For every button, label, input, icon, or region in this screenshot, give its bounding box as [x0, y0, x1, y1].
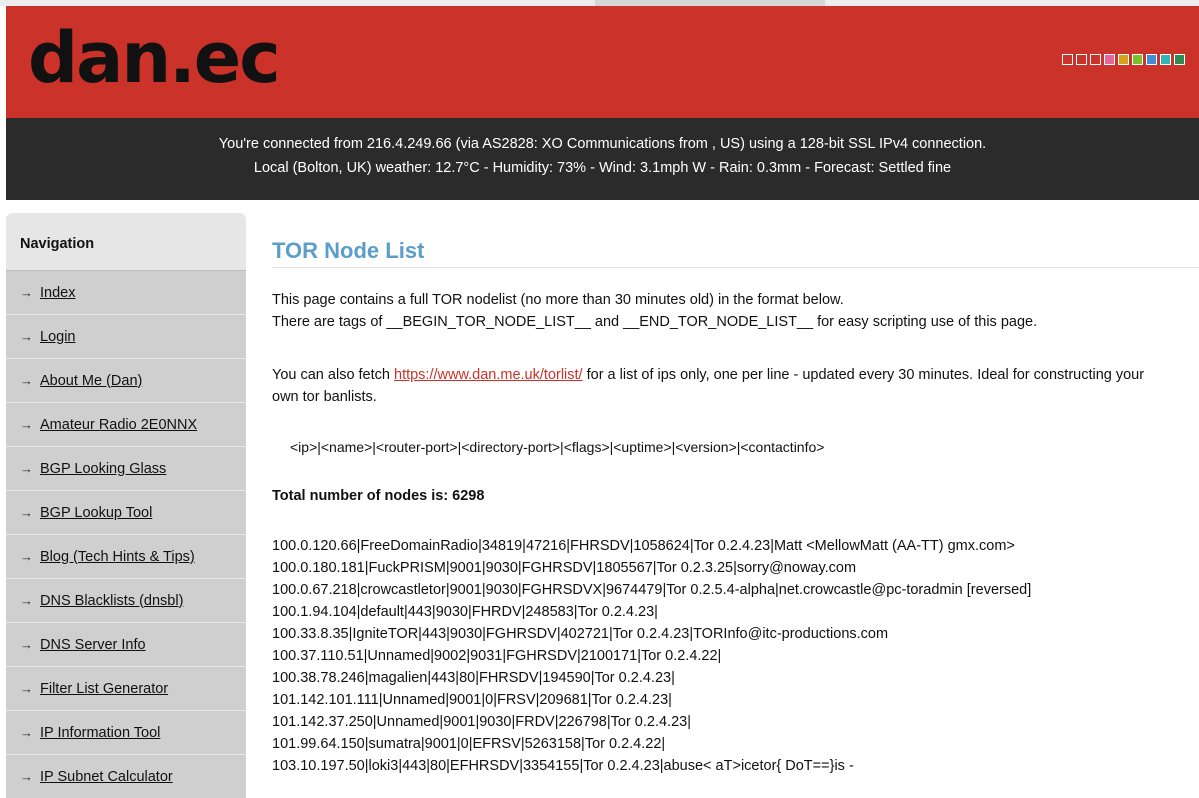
site-header: dan.ec [6, 6, 1199, 118]
sidebar-item-link[interactable]: DNS Server Info [40, 623, 146, 667]
theme-swatch[interactable] [1118, 54, 1129, 65]
sidebar-item[interactable]: → Index [6, 271, 246, 315]
sidebar-item[interactable]: → About Me (Dan) [6, 359, 246, 403]
fetch-text: You can also fetch https://www.dan.me.uk… [272, 364, 1172, 408]
arrow-right-icon: → [20, 372, 33, 388]
sidebar-item-link[interactable]: Blog (Tech Hints & Tips) [40, 535, 195, 579]
sidebar-item[interactable]: → BGP Lookup Tool [6, 491, 246, 535]
node-entry: 100.0.180.181|FuckPRISM|9001|9030|FGHRSD… [272, 560, 857, 576]
main-content: TOR Node List This page contains a full … [272, 213, 1199, 798]
connection-info-bar: You're connected from 216.4.249.66 (via … [6, 118, 1199, 200]
weather-info: Local (Bolton, UK) weather: 12.7°C - Hum… [253, 160, 952, 176]
theme-swatch[interactable] [1104, 54, 1115, 65]
theme-swatch[interactable] [1062, 54, 1073, 65]
sidebar-item[interactable]: → IP Subnet Calculator [6, 755, 246, 798]
torlist-link[interactable]: https://www.dan.me.uk/torlist/ [394, 367, 583, 383]
theme-swatch[interactable] [1160, 54, 1171, 65]
intro-text: This page contains a full TOR nodelist (… [272, 289, 1037, 333]
node-entry: 100.38.78.246|magalien|443|80|FHRSDV|194… [272, 670, 675, 686]
sidebar-item-link[interactable]: IP Subnet Calculator [40, 755, 173, 798]
nav-list: → Index → Login → About Me (Dan) → Amateur Radi… [6, 271, 246, 798]
theme-swatch[interactable] [1132, 54, 1143, 65]
node-entry: 101.142.101.111|Unnamed|9001|0|FRSV|2096… [272, 692, 672, 708]
sidebar-item-link[interactable]: Filter List Generator [40, 667, 168, 711]
arrow-right-icon: → [20, 680, 33, 696]
title-divider [272, 267, 1199, 268]
sidebar-item[interactable]: → Amateur Radio 2E0NNX [6, 403, 246, 447]
site-logo[interactable]: dan.ec [28, 8, 281, 108]
sidebar-item-link[interactable]: DNS Blacklists (dnsbl) [40, 579, 183, 623]
sidebar-item-link[interactable]: BGP Lookup Tool [40, 491, 152, 535]
sidebar-item-link[interactable]: About Me (Dan) [40, 359, 142, 403]
node-entry: 100.0.67.218|crowcastletor|9001|9030|FGH… [272, 582, 1032, 598]
intro-line-2: There are tags of __BEGIN_TOR_NODE_LIST_… [272, 314, 1038, 330]
connection-info: You're connected from 216.4.249.66 (via … [218, 136, 987, 152]
arrow-right-icon: → [20, 768, 33, 784]
node-entry: 100.37.110.51|Unnamed|9002|9031|FGHRSDV|… [272, 648, 722, 664]
page-title: TOR Node List [272, 238, 425, 263]
sidebar-item[interactable]: → BGP Looking Glass [6, 447, 246, 491]
node-entry: 101.142.37.250|Unnamed|9001|9030|FRDV|22… [272, 714, 691, 730]
theme-swatches [1062, 54, 1185, 65]
sidebar-item[interactable]: → Login [6, 315, 246, 359]
sidebar-item-link[interactable]: BGP Looking Glass [40, 447, 166, 491]
sidebar-item-link[interactable]: Amateur Radio 2E0NNX [40, 403, 197, 447]
node-entry: 100.33.8.35|IgniteTOR|443|9030|FGHRSDV|4… [272, 626, 889, 642]
sidebar-item[interactable]: → DNS Blacklists (dnsbl) [6, 579, 246, 623]
node-entry: 100.1.94.104|default|443|9030|FHRDV|2485… [272, 604, 658, 620]
total-nodes: Total number of nodes is: 6298 [272, 488, 485, 504]
node-entry: 101.99.64.150|sumatra|9001|0|EFRSV|52631… [272, 736, 666, 752]
sidebar: Navigation → Index → Login → About Me (Dan) → A… [6, 213, 246, 798]
arrow-right-icon: → [20, 284, 33, 300]
arrow-right-icon: → [20, 636, 33, 652]
format-spec: <ip>|<name>|<router-port>|<directory-por… [290, 439, 825, 455]
sidebar-item[interactable]: → Filter List Generator [6, 667, 246, 711]
node-entry: 103.10.197.50|loki3|443|80|EFHRSDV|33541… [272, 758, 854, 774]
arrow-right-icon: → [20, 504, 33, 520]
theme-swatch[interactable] [1146, 54, 1157, 65]
theme-swatch[interactable] [1076, 54, 1087, 65]
arrow-right-icon: → [20, 724, 33, 740]
arrow-right-icon: → [20, 460, 33, 476]
sidebar-item-link[interactable]: Index [40, 271, 75, 315]
arrow-right-icon: → [20, 328, 33, 344]
theme-swatch[interactable] [1090, 54, 1101, 65]
arrow-right-icon: → [20, 416, 33, 432]
node-list: 100.0.120.66|FreeDomainRadio|34819|47216… [272, 535, 1031, 777]
fetch-prefix: You can also fetch [272, 367, 394, 383]
node-entry: 100.0.120.66|FreeDomainRadio|34819|47216… [272, 538, 1015, 554]
sidebar-item-link[interactable]: Login [40, 315, 75, 359]
sidebar-item[interactable]: → Blog (Tech Hints & Tips) [6, 535, 246, 579]
nav-heading: Navigation [6, 213, 246, 271]
theme-swatch[interactable] [1174, 54, 1185, 65]
intro-line-1: This page contains a full TOR nodelist (… [272, 292, 844, 308]
arrow-right-icon: → [20, 548, 33, 564]
sidebar-item[interactable]: → IP Information Tool [6, 711, 246, 755]
sidebar-item-link[interactable]: IP Information Tool [40, 711, 160, 755]
arrow-right-icon: → [20, 592, 33, 608]
sidebar-item[interactable]: → DNS Server Info [6, 623, 246, 667]
